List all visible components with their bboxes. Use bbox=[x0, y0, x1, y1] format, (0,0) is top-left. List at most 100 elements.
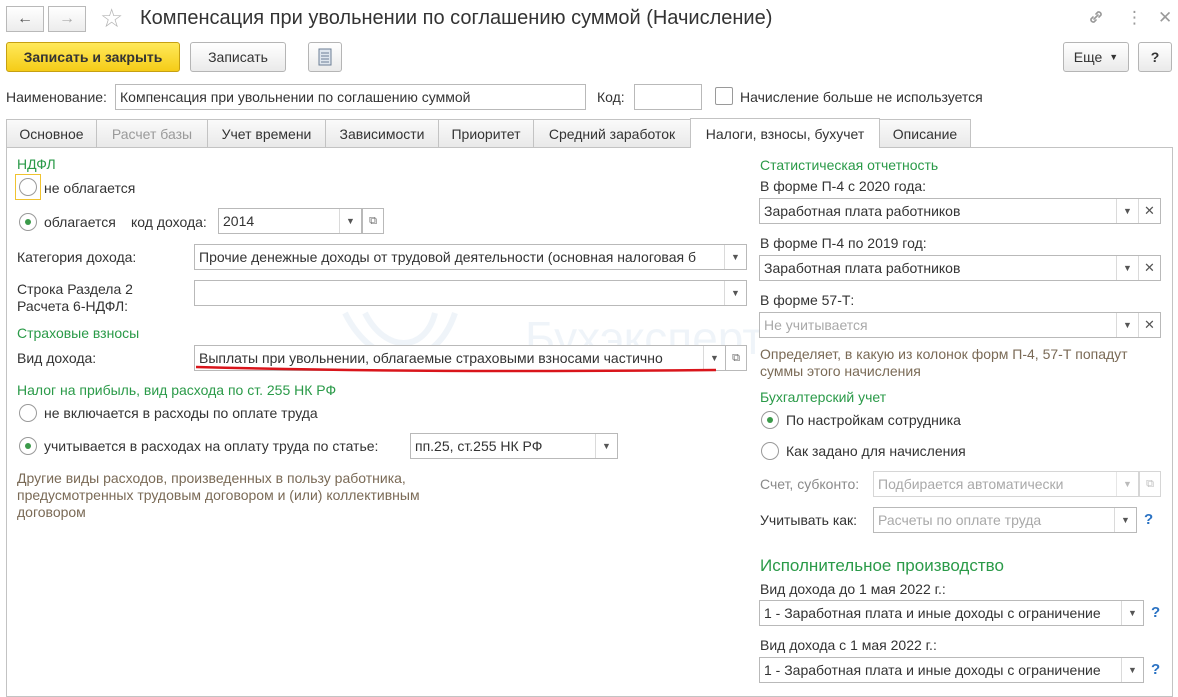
more-button[interactable]: Еще ▼ bbox=[1063, 42, 1129, 72]
arrow-right-icon: → bbox=[59, 10, 75, 27]
name-input[interactable]: Компенсация при увольнении по соглашению… bbox=[115, 84, 586, 110]
window-title: Компенсация при увольнении по соглашению… bbox=[140, 7, 773, 29]
tab-priority[interactable]: Приоритет bbox=[438, 119, 534, 147]
p4-2019-select[interactable]: Заработная плата работников ▼ ✕ bbox=[759, 255, 1161, 281]
article-select[interactable]: пп.25, ст.255 НК РФ ▼ bbox=[410, 433, 618, 459]
not-taxed-label: не облагается bbox=[44, 180, 136, 196]
chevron-down-icon: ▼ bbox=[1116, 472, 1138, 496]
row-label-line1: Строка Раздела 2 bbox=[17, 281, 133, 297]
account-select: Подбирается автоматически ▼ bbox=[873, 471, 1139, 497]
p4-2020-select[interactable]: Заработная плата работников ▼ ✕ bbox=[759, 198, 1161, 224]
chevron-down-icon[interactable]: ▼ bbox=[724, 245, 746, 269]
row-label-line2: Расчета 6-НДФЛ: bbox=[17, 298, 129, 314]
red-underline bbox=[195, 365, 717, 373]
insurance-section-title: Страховые взносы bbox=[17, 325, 140, 341]
category-label: Категория дохода: bbox=[17, 249, 137, 265]
help-icon[interactable]: ? bbox=[1151, 661, 1160, 679]
f57-label: В форме 57-Т: bbox=[760, 292, 855, 308]
open-icon: ⧉ bbox=[1139, 471, 1161, 497]
more-label: Еще bbox=[1073, 49, 1103, 65]
arrow-left-icon: ← bbox=[17, 10, 33, 27]
code-input[interactable] bbox=[634, 84, 702, 110]
category-value: Прочие денежные доходы от трудовой деяте… bbox=[199, 249, 696, 265]
after-label: Вид дохода с 1 мая 2022 г.: bbox=[760, 637, 937, 653]
save-button[interactable]: Записать bbox=[190, 42, 286, 72]
code-label: Код: bbox=[597, 89, 625, 105]
p4-2020-value: Заработная плата работников bbox=[764, 203, 961, 219]
profit-tax-note-3: договором bbox=[17, 504, 86, 520]
chevron-down-icon[interactable]: ▼ bbox=[724, 281, 746, 305]
star-icon[interactable]: ☆ bbox=[100, 3, 123, 33]
p4-2019-label: В форме П-4 по 2019 год: bbox=[760, 235, 927, 251]
help-button[interactable]: ? bbox=[1138, 42, 1172, 72]
account-label: Счет, субконто: bbox=[760, 476, 860, 492]
more-vertical-icon[interactable]: ⋮ bbox=[1126, 8, 1143, 28]
chevron-down-icon[interactable]: ▼ bbox=[1116, 256, 1138, 280]
row-select[interactable]: ▼ bbox=[194, 280, 747, 306]
chevron-down-icon[interactable]: ▼ bbox=[1121, 658, 1143, 682]
by-employee-radio[interactable] bbox=[761, 411, 779, 429]
account-as-placeholder: Расчеты по оплате труда bbox=[878, 512, 1042, 528]
unused-checkbox[interactable] bbox=[715, 87, 733, 105]
included-label: учитывается в расходах на оплату труда п… bbox=[44, 438, 379, 454]
statistics-note-2: суммы этого начисления bbox=[760, 363, 921, 379]
p4-2019-value: Заработная плата работников bbox=[764, 260, 961, 276]
taxed-label: облагается bbox=[44, 214, 116, 230]
taxed-radio[interactable] bbox=[19, 213, 37, 231]
before-select[interactable]: 1 - Заработная плата и иные доходы с огр… bbox=[759, 600, 1144, 626]
category-select[interactable]: Прочие денежные доходы от трудовой деяте… bbox=[194, 244, 747, 270]
open-icon[interactable]: ⧉ bbox=[362, 208, 384, 234]
after-value: 1 - Заработная плата и иные доходы с огр… bbox=[764, 662, 1101, 678]
back-button[interactable]: ← bbox=[6, 6, 44, 32]
chevron-down-icon[interactable]: ▼ bbox=[1121, 601, 1143, 625]
account-as-select[interactable]: Расчеты по оплате труда ▼ bbox=[873, 507, 1137, 533]
enforcement-section-title: Исполнительное производство bbox=[760, 556, 1004, 575]
tab-dependencies[interactable]: Зависимости bbox=[325, 119, 439, 147]
income-code-select[interactable]: 2014 ▼ bbox=[218, 208, 362, 234]
before-value: 1 - Заработная плата и иные доходы с огр… bbox=[764, 605, 1101, 621]
forward-button[interactable]: → bbox=[48, 6, 86, 32]
before-label: Вид дохода до 1 мая 2022 г.: bbox=[760, 581, 946, 597]
tab-time[interactable]: Учет времени bbox=[207, 119, 326, 147]
after-select[interactable]: 1 - Заработная плата и иные доходы с огр… bbox=[759, 657, 1144, 683]
name-label: Наименование: bbox=[6, 89, 107, 105]
chevron-down-icon[interactable]: ▼ bbox=[1114, 508, 1136, 532]
tab-average-earnings[interactable]: Средний заработок bbox=[533, 119, 691, 147]
by-employee-label: По настройкам сотрудника bbox=[786, 412, 961, 428]
help-icon[interactable]: ? bbox=[1144, 511, 1153, 529]
not-taxed-radio[interactable] bbox=[19, 178, 37, 196]
help-icon[interactable]: ? bbox=[1151, 604, 1160, 622]
report-button[interactable] bbox=[308, 42, 342, 72]
not-included-label: не включается в расходы по оплате труда bbox=[44, 405, 318, 421]
tab-main[interactable]: Основное bbox=[6, 119, 97, 147]
chevron-down-icon[interactable]: ▼ bbox=[595, 434, 617, 458]
clear-icon[interactable]: ✕ bbox=[1138, 313, 1160, 337]
close-icon[interactable]: ✕ bbox=[1158, 8, 1172, 28]
not-included-radio[interactable] bbox=[19, 404, 37, 422]
link-icon[interactable] bbox=[1087, 8, 1105, 31]
as-set-label: Как задано для начисления bbox=[786, 443, 966, 459]
tab-description[interactable]: Описание bbox=[879, 119, 971, 147]
unused-label: Начисление больше не используется bbox=[740, 89, 983, 105]
clear-icon[interactable]: ✕ bbox=[1138, 256, 1160, 280]
tab-base-calc[interactable]: Расчет базы bbox=[96, 119, 208, 147]
ndfl-section-title: НДФЛ bbox=[17, 156, 56, 172]
included-radio[interactable] bbox=[19, 437, 37, 455]
profit-tax-note-2: предусмотренных трудовым договором и (ил… bbox=[17, 487, 420, 503]
save-and-close-button[interactable]: Записать и закрыть bbox=[6, 42, 180, 72]
account-as-label: Учитывать как: bbox=[760, 512, 858, 528]
income-type-label: Вид дохода: bbox=[17, 350, 97, 366]
chevron-down-icon: ▼ bbox=[1109, 52, 1119, 62]
chevron-down-icon[interactable]: ▼ bbox=[1116, 199, 1138, 223]
as-set-radio[interactable] bbox=[761, 442, 779, 460]
tab-taxes[interactable]: Налоги, взносы, бухучет bbox=[690, 118, 880, 148]
chevron-down-icon[interactable]: ▼ bbox=[339, 209, 361, 233]
article-value: пп.25, ст.255 НК РФ bbox=[415, 438, 543, 454]
chevron-down-icon[interactable]: ▼ bbox=[1116, 313, 1138, 337]
income-code-value: 2014 bbox=[223, 213, 255, 229]
f57-select[interactable]: Не учитывается ▼ ✕ bbox=[759, 312, 1161, 338]
clear-icon[interactable]: ✕ bbox=[1138, 199, 1160, 223]
f57-placeholder: Не учитывается bbox=[764, 317, 868, 333]
open-icon[interactable]: ⧉ bbox=[725, 345, 747, 371]
profit-tax-note-1: Другие виды расходов, произведенных в по… bbox=[17, 470, 406, 486]
